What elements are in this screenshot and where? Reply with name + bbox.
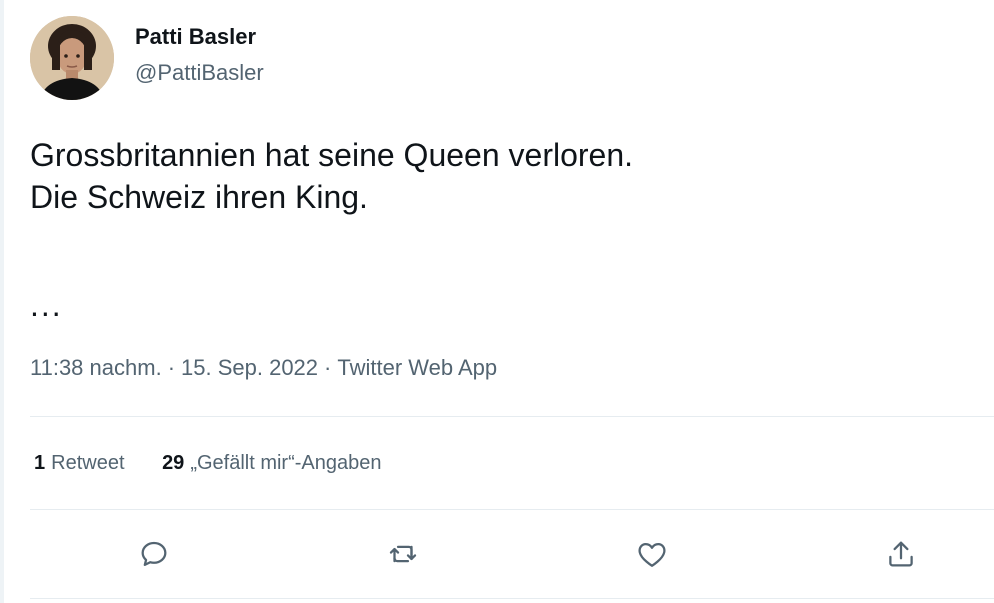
meta-separator: ·	[167, 355, 176, 380]
retweet-label: Retweet	[51, 452, 125, 474]
retweet-count: 1	[34, 452, 46, 474]
reply-icon	[141, 541, 167, 567]
tweet-ellipsis: ...	[30, 287, 63, 323]
share-button[interactable]	[881, 534, 921, 574]
like-button[interactable]	[632, 534, 672, 574]
retweet-icon	[389, 545, 417, 563]
retweet-stat[interactable]: 1 Retweet	[34, 452, 125, 475]
like-icon	[638, 542, 666, 567]
tweet-time[interactable]: 11:38 nachm.	[30, 355, 162, 380]
author-handle[interactable]: @PattiBasler	[135, 60, 264, 86]
tweet-date[interactable]: 15. Sep. 2022	[181, 355, 318, 380]
retweet-button[interactable]	[383, 534, 423, 574]
divider-bottom	[30, 598, 994, 599]
likes-label: „Gefällt mir“-Angaben	[190, 452, 382, 474]
tweet-stats: 1 Retweet 29 „Gefällt mir“-Angaben	[34, 452, 414, 475]
tweet-text-line-1: Grossbritannien hat seine Queen verloren…	[30, 137, 634, 173]
avatar-portrait-icon	[30, 16, 114, 100]
author-display-name[interactable]: Patti Basler	[135, 24, 256, 50]
meta-separator: ·	[324, 355, 332, 380]
avatar[interactable]	[30, 16, 114, 100]
divider-top	[30, 416, 994, 417]
tweet-source[interactable]: Twitter Web App	[337, 355, 497, 380]
likes-count: 29	[162, 452, 185, 474]
likes-stat[interactable]: 29 „Gefällt mir“-Angaben	[162, 452, 381, 475]
tweet-meta: 11:38 nachm. · 15. Sep. 2022 · Twitter Web A…	[30, 355, 497, 381]
tweet-card: Patti Basler @PattiBasler Grossbritannie…	[0, 0, 994, 603]
tweet-actions	[0, 534, 994, 574]
tweet-text-line-2: Die Schweiz ihren King.	[30, 179, 368, 215]
divider-middle	[30, 509, 994, 510]
reply-button[interactable]	[134, 534, 174, 574]
tweet-text: Grossbritannien hat seine Queen verloren…	[30, 134, 970, 218]
share-icon	[889, 541, 913, 567]
